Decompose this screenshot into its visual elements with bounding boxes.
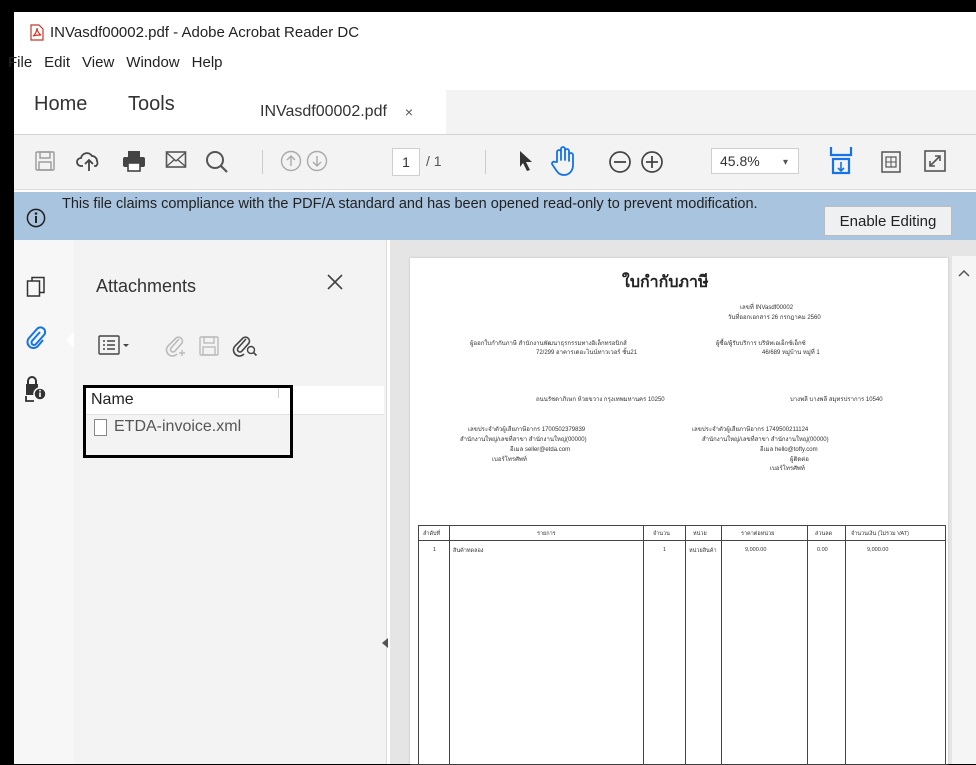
save-icon[interactable]: [34, 150, 56, 177]
table-cell: 9,000.00: [745, 547, 767, 553]
invoice-number: เลขที่ INVasdf00002: [740, 305, 794, 311]
table-divider: [419, 540, 945, 541]
page-thumbnails-icon[interactable]: [26, 276, 46, 303]
menu-help[interactable]: Help: [192, 54, 223, 71]
menu-window[interactable]: Window: [126, 54, 179, 71]
invoice-title: ใบกำกับภาษี: [622, 272, 709, 291]
menu-edit[interactable]: Edit: [44, 54, 70, 71]
add-attachment-icon[interactable]: [164, 334, 188, 363]
table-header: ราคาต่อหน่วย: [741, 531, 775, 537]
table-divider: [449, 526, 450, 765]
previous-page-icon[interactable]: [280, 150, 302, 177]
hand-tool-icon[interactable]: [550, 146, 576, 181]
seller-tax-id: เลขประจำตัวผู้เสียภาษีอากร 1700502379839: [468, 427, 586, 433]
title-bar: INVasdf00002.pdf - Adobe Acrobat Reader …: [14, 12, 976, 52]
seller-phone: เบอร์โทรศัพท์: [492, 457, 527, 463]
panel-pointer: [66, 332, 74, 348]
table-divider: [845, 526, 846, 765]
attachment-options-icon[interactable]: [97, 334, 131, 361]
table-header: จำนวน: [653, 531, 670, 537]
table-cell: 1: [433, 547, 437, 553]
table-header: รายการ: [537, 531, 556, 537]
table-cell: 9,000.00: [867, 547, 889, 553]
attachment-highlight-box: [83, 385, 293, 458]
tab-home[interactable]: Home: [34, 93, 87, 116]
full-screen-icon[interactable]: [924, 150, 946, 177]
save-attachment-icon[interactable]: [198, 335, 220, 362]
vertical-scrollbar[interactable]: [952, 256, 976, 764]
buyer-branch: สำนักงานใหญ่/เลขที่สาขา สำนักงานใหญ่(000…: [702, 437, 829, 443]
table-header: หน่วย: [693, 531, 707, 537]
seller-branch: สำนักงานใหญ่/เลขที่สาขา สำนักงานใหญ่(000…: [460, 437, 587, 443]
next-page-icon[interactable]: [306, 150, 328, 177]
buyer-address: 46/689 หมู่บ้าน หมู่ที่ 1: [762, 350, 820, 356]
table-cell: หน่วยสินค้า: [689, 548, 717, 554]
toolbar-divider: [262, 150, 263, 174]
buyer-phone: เบอร์โทรศัพท์: [770, 466, 805, 472]
table-divider: [721, 526, 722, 765]
print-icon[interactable]: [122, 150, 146, 177]
zoom-level-select[interactable]: 45.8% ▾: [711, 148, 799, 174]
table-header: ส่วนลด: [815, 531, 833, 537]
page-total: / 1: [426, 153, 442, 169]
tab-tools[interactable]: Tools: [128, 93, 175, 116]
table-divider: [807, 526, 808, 765]
search-attachment-icon[interactable]: [232, 334, 258, 363]
table-header: จำนวนเงิน (ไม่รวม VAT): [851, 531, 909, 537]
search-icon[interactable]: [205, 150, 229, 179]
attachments-paperclip-icon[interactable]: [24, 326, 48, 355]
fit-page-icon[interactable]: [828, 146, 854, 181]
table-header: ลำดับที่: [423, 531, 441, 537]
select-cursor-icon[interactable]: [517, 150, 535, 177]
email-icon[interactable]: [165, 150, 187, 175]
table-divider: [685, 526, 686, 765]
pdfa-banner-message: This file claims compliance with the PDF…: [62, 196, 758, 212]
tab-close-icon[interactable]: ×: [405, 104, 413, 120]
table-cell: สินค้าทดลอง: [453, 548, 484, 554]
collapse-panel-arrow-icon[interactable]: [382, 638, 388, 648]
close-icon[interactable]: [326, 273, 344, 296]
scroll-up-icon[interactable]: [958, 264, 970, 282]
chevron-down-icon: ▾: [782, 157, 788, 168]
cloud-upload-icon[interactable]: [76, 150, 102, 177]
info-icon: [26, 208, 46, 233]
buyer-tax-id: เลขประจำตัวผู้เสียภาษีอากร 1749500211124: [692, 427, 809, 433]
toolbar-divider: [485, 150, 486, 174]
tab-document-label: INVasdf00002.pdf: [260, 103, 387, 120]
tab-document[interactable]: INVasdf00002.pdf ×: [244, 90, 444, 134]
zoom-out-icon[interactable]: [608, 150, 632, 179]
seller-address: 72/299 อาคารเดอะไนน์ทาวเวอร์ ชั้น21: [536, 350, 638, 356]
left-navigation-rail: [14, 240, 75, 764]
menu-view[interactable]: View: [82, 54, 114, 71]
items-table: ลำดับที่ รายการ จำนวน หน่วย ราคาต่อหน่วย…: [418, 525, 946, 765]
buyer-email: อีเมล hello@tofty.com: [760, 447, 818, 453]
table-cell: 0.00: [817, 547, 828, 553]
window-title: INVasdf00002.pdf - Adobe Acrobat Reader …: [50, 23, 360, 41]
table-cell: 1: [663, 547, 667, 553]
pdf-page: ใบกำกับภาษี เลขที่ INVasdf00002 วันที่ออ…: [410, 258, 948, 765]
menu-file[interactable]: File: [8, 54, 32, 71]
page-number-input[interactable]: 1: [392, 148, 420, 176]
enable-editing-button[interactable]: Enable Editing: [824, 206, 952, 236]
zoom-in-icon[interactable]: [640, 150, 664, 179]
table-divider: [643, 526, 644, 765]
attachments-panel-title: Attachments: [96, 276, 197, 296]
seller-address-2: ถนนรัชดาภิเษก ห้วยขวาง กรุงเทพมหานคร 102…: [536, 397, 665, 403]
invoice-date: วันที่ออกเอกสาร 26 กรกฎาคม 2560: [728, 315, 821, 321]
menu-bar: File Edit View Window Help: [8, 50, 235, 74]
tab-bar-fill: [446, 90, 976, 134]
security-lock-icon[interactable]: [24, 376, 48, 407]
pdf-file-icon: [30, 23, 44, 41]
zoom-level-value: 45.8%: [720, 153, 760, 169]
rotate-page-icon[interactable]: [880, 150, 902, 179]
seller-email: อีเมล seller@etda.com: [510, 447, 571, 453]
buyer-address-2: บางพลี บางพลี สมุทรปราการ 10540: [790, 397, 883, 403]
